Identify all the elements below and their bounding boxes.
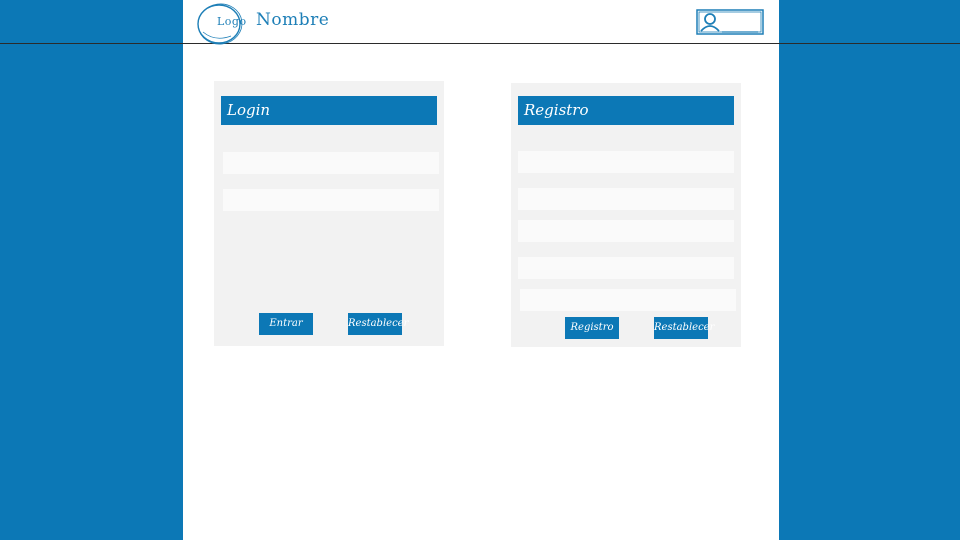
- header-bar: Logo Nombre: [0, 0, 960, 45]
- register-field-1[interactable]: [518, 151, 734, 173]
- logo-text: Logo: [217, 15, 247, 28]
- header-inner: Logo Nombre: [183, 0, 779, 45]
- register-reset-button[interactable]: Restablecer: [654, 317, 714, 339]
- login-panel: Login Entrar Restablecer: [214, 81, 444, 346]
- register-panel: Registro Registro Restablecer: [511, 83, 741, 347]
- login-password-field[interactable]: [223, 189, 439, 211]
- brand-name: Nombre: [256, 10, 330, 30]
- login-reset-button[interactable]: Restablecer: [348, 313, 408, 335]
- register-field-5[interactable]: [520, 289, 736, 311]
- register-field-3[interactable]: [518, 220, 734, 242]
- user-icon: [696, 9, 764, 35]
- register-field-4[interactable]: [518, 257, 734, 279]
- register-submit-button[interactable]: Registro: [565, 317, 619, 339]
- register-title: Registro: [518, 96, 734, 125]
- login-submit-button[interactable]: Entrar: [259, 313, 313, 335]
- login-title: Login: [221, 96, 437, 125]
- user-account-button[interactable]: [696, 9, 764, 35]
- register-field-2[interactable]: [518, 188, 734, 210]
- logo[interactable]: Logo: [195, 2, 247, 45]
- login-username-field[interactable]: [223, 152, 439, 174]
